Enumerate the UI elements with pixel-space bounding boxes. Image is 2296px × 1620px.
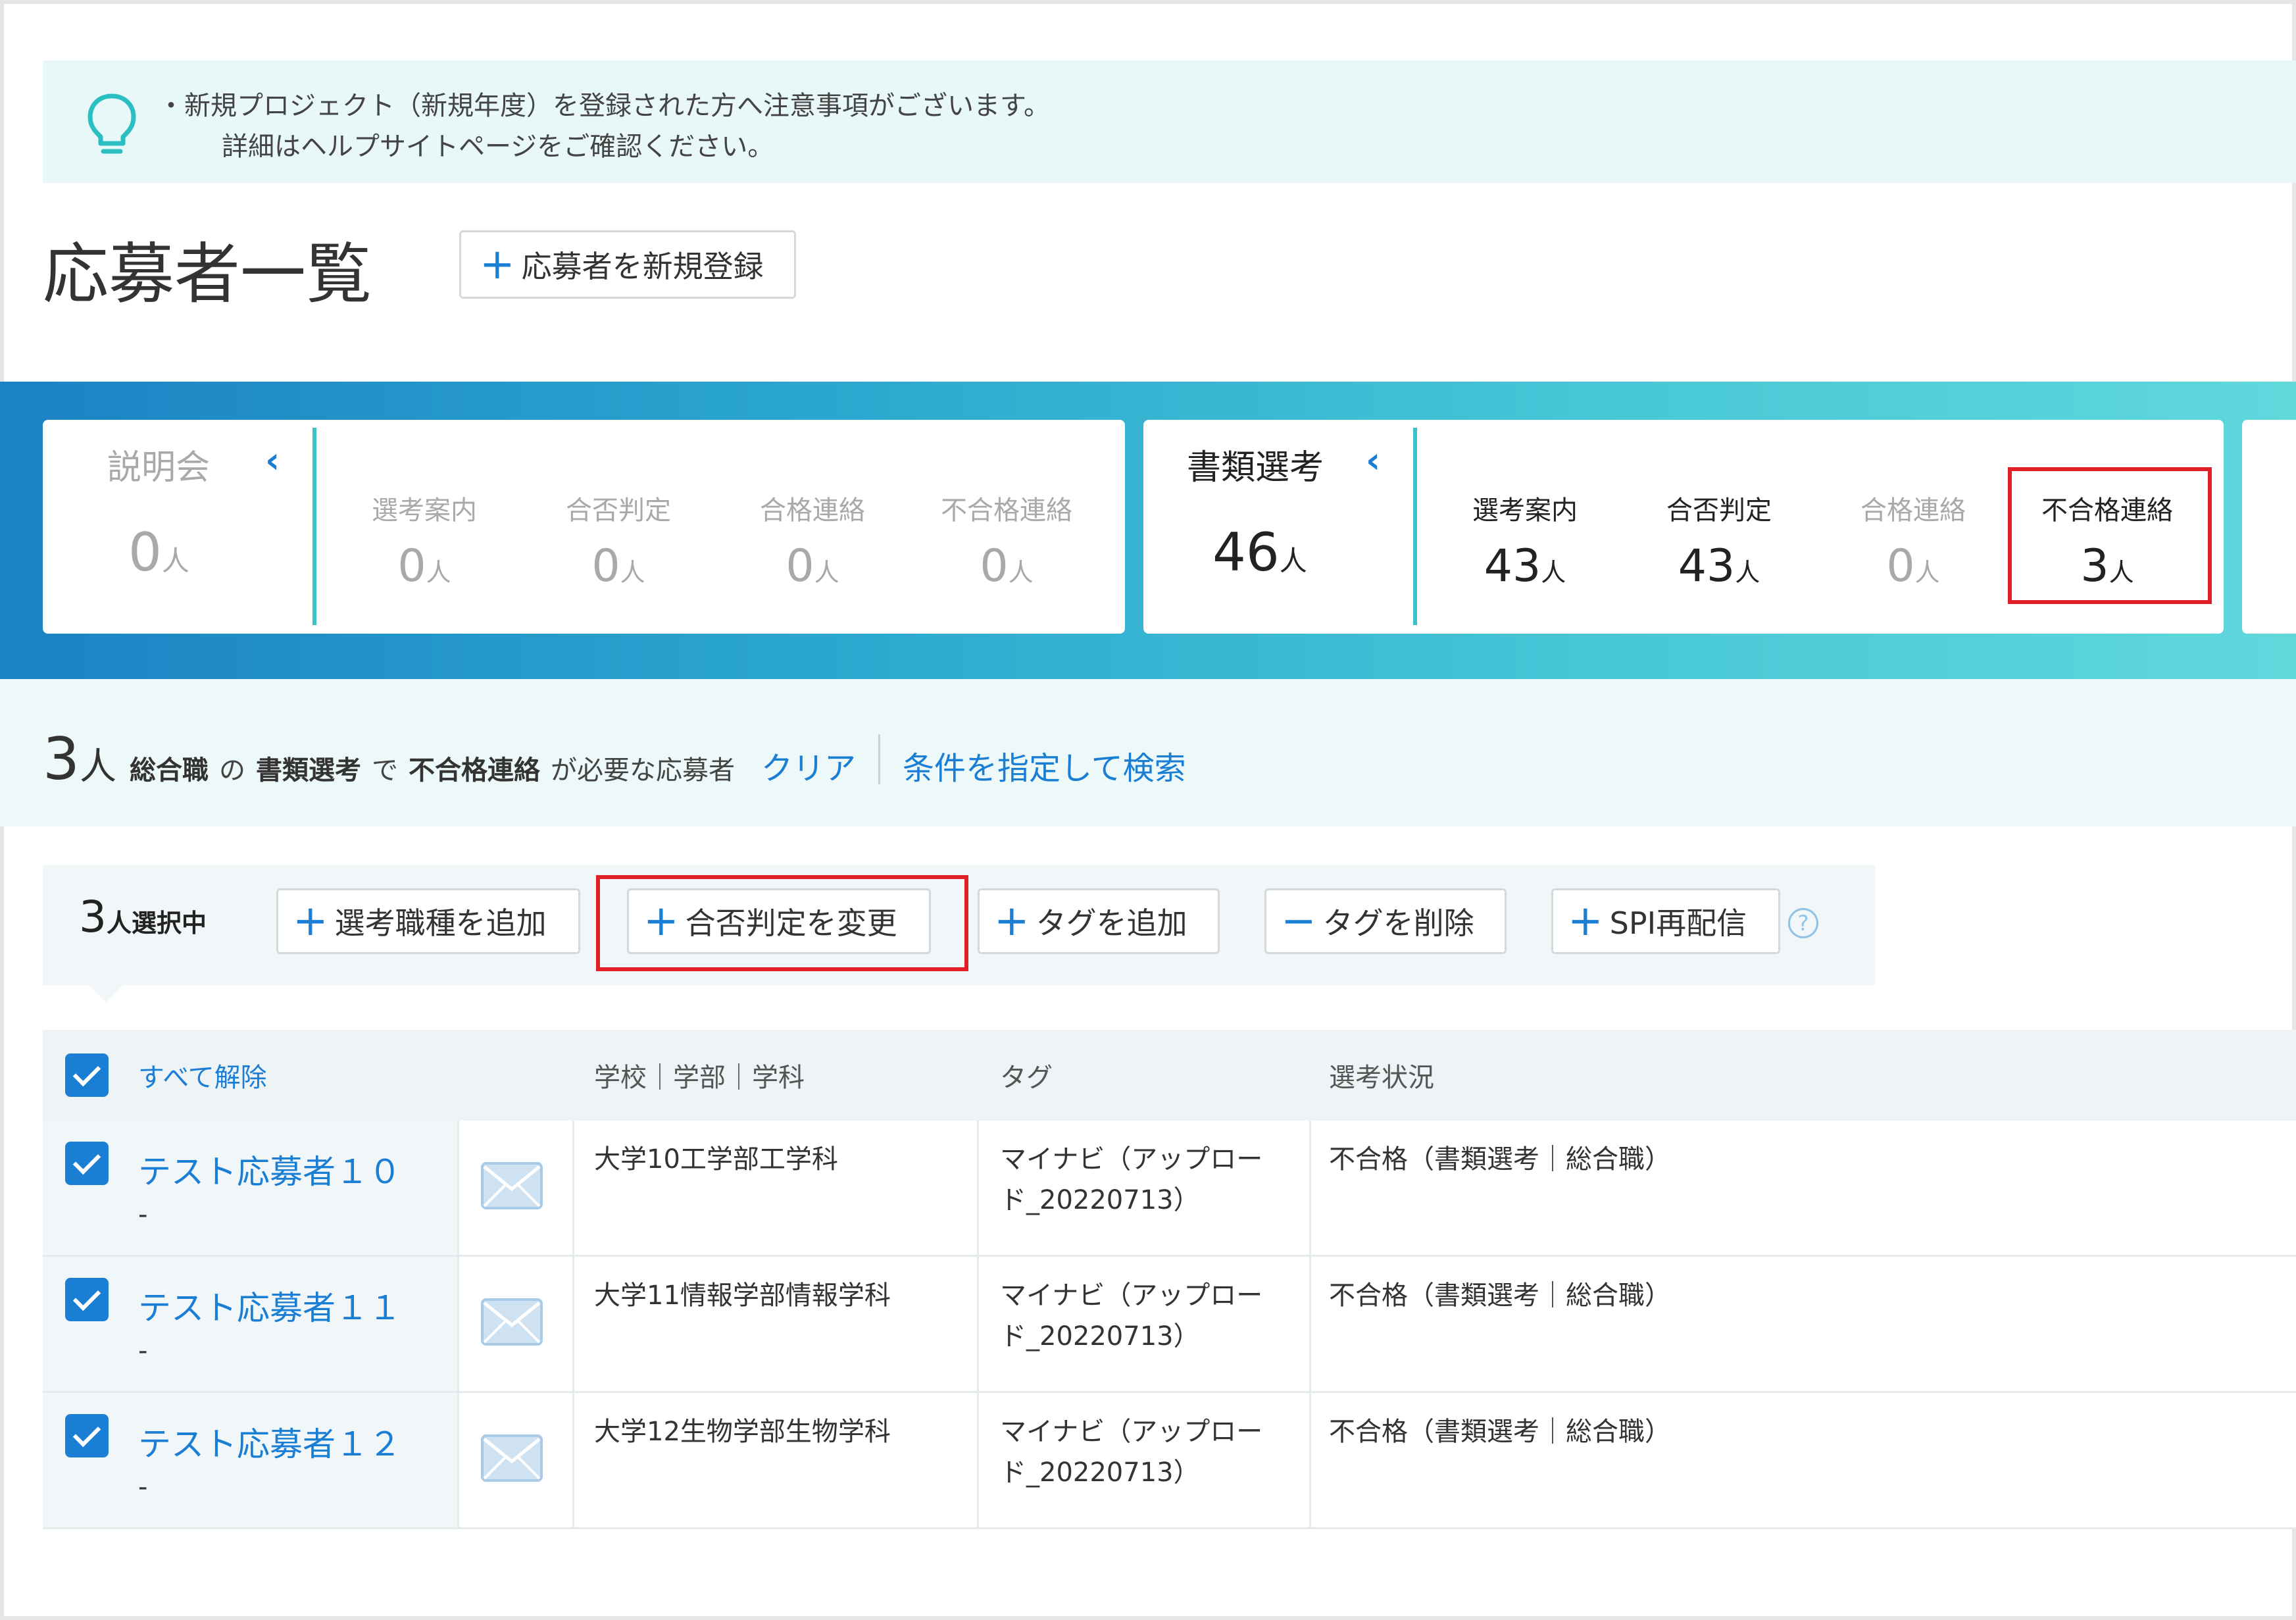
column-header-status: 選考状況 xyxy=(1329,1063,1434,1093)
row-checkbox[interactable] xyxy=(65,1278,109,1321)
filter-suffix: が必要な応募者 xyxy=(551,755,735,786)
stage-card-briefing[interactable]: 説明会 ‹ 0人 選考案内 0人 合否判定 0人 合格連絡 0人 不合格連絡 0… xyxy=(43,420,1125,634)
applicant-name-link[interactable]: テスト応募者１１ xyxy=(138,1282,401,1329)
register-applicant-label: 応募者を新規登録 xyxy=(521,249,764,284)
spi-resend-button[interactable]: + SPI再配信 xyxy=(1551,888,1780,954)
highlight-change-judgement xyxy=(596,875,968,971)
filter-status: 不合格連絡 xyxy=(409,755,540,786)
tag-cell-line-1: マイナビ（アップロー xyxy=(1000,1417,1263,1447)
substage-pass-notice[interactable]: 合格連絡 0人 xyxy=(1821,489,2005,592)
stage-name: 説明会 xyxy=(107,448,211,488)
table-row[interactable]: テスト応募者１１ - 大学11情報学部情報学科 マイナビ（アップロー ド_202… xyxy=(43,1257,2296,1393)
column-header-tag: タグ xyxy=(1000,1063,1053,1093)
plus-icon: + xyxy=(1568,897,1603,946)
plus-icon: + xyxy=(293,897,328,946)
status-cell: 不合格（書類選考｜総合職） xyxy=(1329,1144,1671,1175)
school-cell: 大学10工学部工学科 xyxy=(594,1144,838,1175)
mail-icon[interactable] xyxy=(480,1161,543,1210)
applicant-name-link[interactable]: テスト応募者１０ xyxy=(138,1146,401,1193)
filter-separator xyxy=(878,734,881,784)
column-divider xyxy=(1309,1121,1311,1255)
lightbulb-icon xyxy=(87,93,136,154)
row-checkbox[interactable] xyxy=(65,1414,109,1457)
tag-cell-line-2: ド_20220713） xyxy=(1000,1321,1200,1352)
column-divider xyxy=(572,1121,574,1255)
applicant-subtext: - xyxy=(138,1336,148,1366)
stage-name: 書類選考 xyxy=(1187,448,1324,488)
remove-tag-button[interactable]: − タグを削除 xyxy=(1264,888,1507,954)
column-divider xyxy=(572,1257,574,1391)
highlight-fail-notice xyxy=(2008,467,2212,604)
table-row[interactable]: テスト応募者１０ - 大学10工学部工学科 マイナビ（アップロー ド_20220… xyxy=(43,1121,2296,1257)
plus-icon: + xyxy=(994,897,1030,946)
substage-fail-notice[interactable]: 不合格連絡 0人 xyxy=(914,489,1099,592)
tag-cell-line-1: マイナビ（アップロー xyxy=(1000,1144,1263,1175)
substage-judgement[interactable]: 合否判定 43人 xyxy=(1627,489,1811,592)
notice-line-2[interactable]: 詳細はヘルプサイトページをご確認ください。 xyxy=(222,125,774,163)
filter-stage: 書類選考 xyxy=(256,755,361,786)
stage-divider xyxy=(1413,428,1417,625)
clear-filter-link[interactable]: クリア xyxy=(761,742,856,788)
tag-cell-line-2: ド_20220713） xyxy=(1000,1185,1200,1215)
column-divider xyxy=(1309,1257,1311,1391)
chevron-left-icon[interactable]: ‹ xyxy=(265,440,280,481)
column-divider xyxy=(457,1257,459,1391)
minus-icon: − xyxy=(1281,897,1316,946)
plus-icon: + xyxy=(480,240,515,289)
notice-line-1: ・新規プロジェクト（新規年度）を登録された方へ注意事項がございます。 xyxy=(158,91,1050,121)
stage-count: 0人 xyxy=(128,522,189,583)
selected-count: 3人選択中 xyxy=(79,892,207,942)
help-icon[interactable]: ? xyxy=(1788,908,1818,938)
column-divider xyxy=(572,1393,574,1527)
substage-pass-notice[interactable]: 合格連絡 0人 xyxy=(720,489,905,592)
add-job-button[interactable]: + 選考職種を追加 xyxy=(276,888,580,954)
deselect-all-link[interactable]: すべて解除 xyxy=(138,1030,267,1121)
applicant-subtext: - xyxy=(138,1200,148,1230)
column-divider xyxy=(457,1121,459,1255)
column-divider xyxy=(977,1257,979,1391)
tag-cell-line-1: マイナビ（アップロー xyxy=(1000,1280,1263,1311)
mail-icon[interactable] xyxy=(480,1298,543,1346)
substage-guide[interactable]: 選考案内 0人 xyxy=(332,489,516,592)
stage-divider xyxy=(312,428,316,625)
column-divider xyxy=(1309,1393,1311,1527)
column-divider xyxy=(977,1121,979,1255)
table-row[interactable]: テスト応募者１２ - 大学12生物学部生物学科 マイナビ（アップロー ド_202… xyxy=(43,1393,2296,1529)
status-cell: 不合格（書類選考｜総合職） xyxy=(1329,1280,1671,1311)
applicant-subtext: - xyxy=(138,1472,148,1502)
filter-summary: 3 人 総合職 の 書類選考 で 不合格連絡 が必要な応募者 クリア 条件を指定… xyxy=(0,679,2296,826)
select-all-checkbox[interactable] xyxy=(65,1053,109,1097)
action-bar-pointer xyxy=(89,985,123,1002)
substage-guide[interactable]: 選考案内 43人 xyxy=(1433,489,1617,592)
advanced-search-link[interactable]: 条件を指定して検索 xyxy=(903,742,1186,788)
page-title: 応募者一覧 xyxy=(43,236,372,313)
substage-judgement[interactable]: 合否判定 0人 xyxy=(526,489,711,592)
pipeline-band: 説明会 ‹ 0人 選考案内 0人 合否判定 0人 合格連絡 0人 不合格連絡 0… xyxy=(0,382,2296,679)
column-divider xyxy=(457,1393,459,1527)
column-header-school: 学校｜学部｜学科 xyxy=(594,1063,805,1093)
stage-count: 46人 xyxy=(1212,522,1307,583)
filter-count: 3 xyxy=(43,725,80,793)
applicant-name-link[interactable]: テスト応募者１２ xyxy=(138,1418,401,1465)
add-tag-button[interactable]: + タグを追加 xyxy=(978,888,1220,954)
row-checkbox[interactable] xyxy=(65,1142,109,1185)
notice-banner: ・新規プロジェクト（新規年度）を登録された方へ注意事項がございます。 詳細はヘル… xyxy=(43,61,2296,183)
school-cell: 大学12生物学部生物学科 xyxy=(594,1417,891,1447)
stage-card-next[interactable] xyxy=(2242,420,2296,634)
mail-icon[interactable] xyxy=(480,1434,543,1482)
tag-cell-line-2: ド_20220713） xyxy=(1000,1457,1200,1488)
status-cell: 不合格（書類選考｜総合職） xyxy=(1329,1417,1671,1447)
filter-unit: 人 xyxy=(80,746,116,788)
register-applicant-button[interactable]: + 応募者を新規登録 xyxy=(459,230,796,299)
filter-particle-2: で xyxy=(372,755,398,786)
school-cell: 大学11情報学部情報学科 xyxy=(594,1280,891,1311)
chevron-left-icon[interactable]: ‹ xyxy=(1366,440,1380,481)
table-header: すべて解除 学校｜学部｜学科 タグ 選考状況 xyxy=(43,1030,2296,1121)
column-divider xyxy=(977,1393,979,1527)
filter-particle-1: の xyxy=(219,755,245,786)
filter-job: 総合職 xyxy=(130,755,209,786)
